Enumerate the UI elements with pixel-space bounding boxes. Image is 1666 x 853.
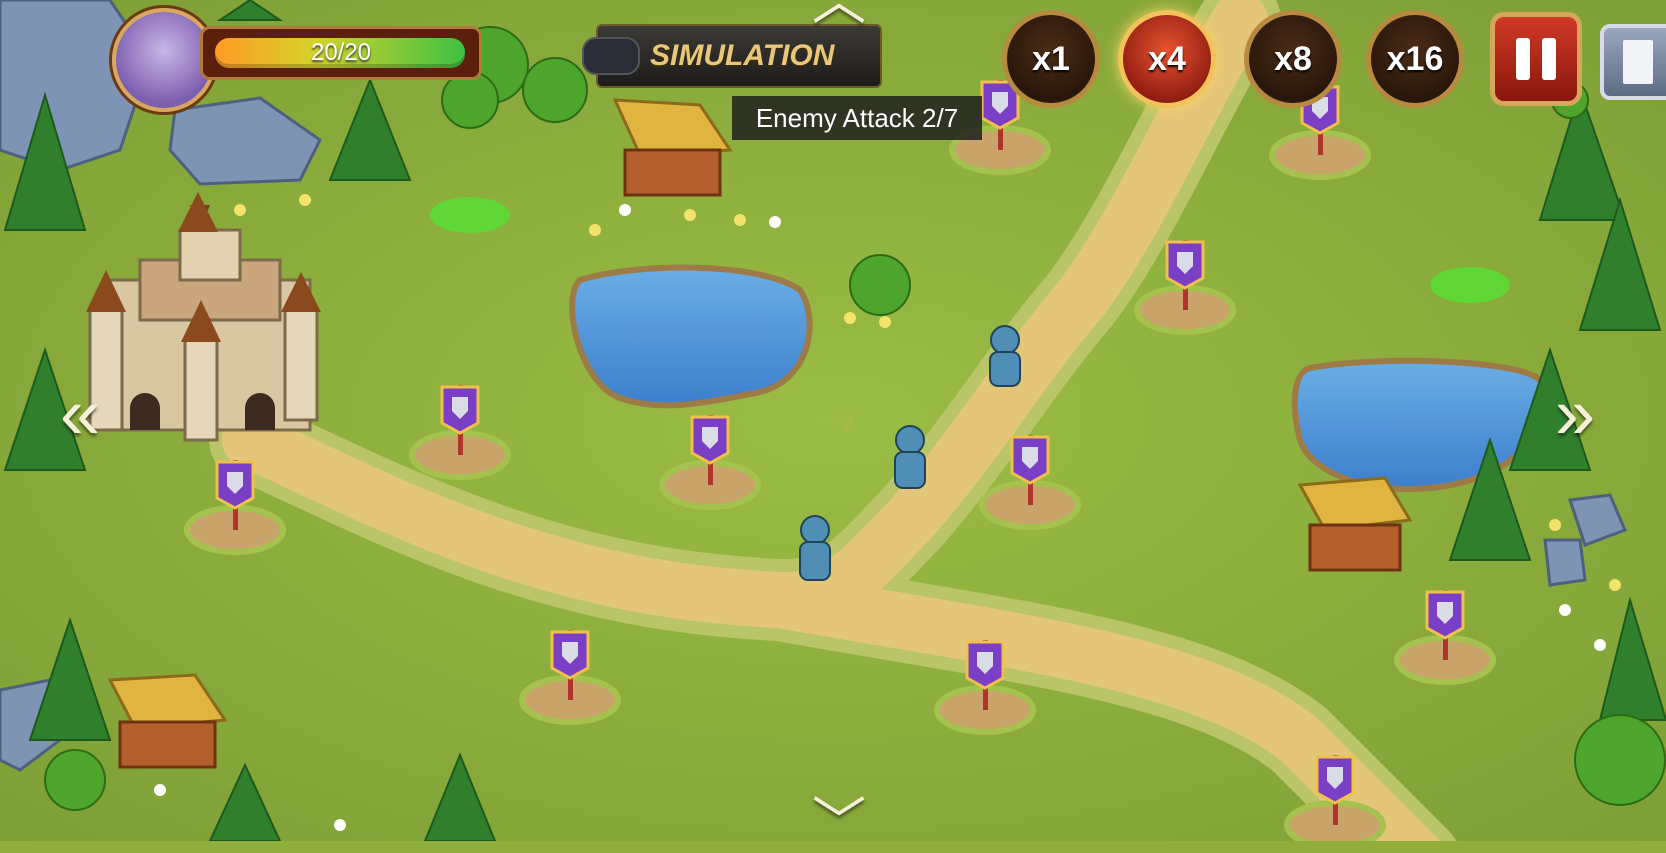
path-marker: 2 [842,410,854,435]
lake-left [569,264,813,409]
orc-enemy [989,325,1021,387]
hut [1297,476,1413,572]
scroll-left-arrow[interactable]: « [60,378,100,450]
orc-enemy [894,425,926,489]
simulation-icon [582,37,640,75]
scroll-right-arrow[interactable]: » [1555,378,1595,450]
speed-x8-button[interactable]: x8 [1244,10,1342,108]
scroll-down-arrow[interactable]: ﹀ [812,796,866,850]
speed-x4-button[interactable]: x4 [1118,10,1216,108]
simulation-title: SIMULATION [650,39,835,72]
pause-icon [1516,38,1530,80]
exit-door-icon [1623,40,1653,84]
speed-x16-button[interactable]: x16 [1366,10,1464,108]
speed-x1-button[interactable]: x1 [1002,10,1100,108]
simulation-banner: SIMULATION [582,24,882,88]
castle-health-bar: 20/20 [200,26,482,80]
health-text: 20/20 [310,39,372,66]
exit-button[interactable] [1600,24,1666,100]
pause-button[interactable] [1490,12,1582,106]
wave-counter: Enemy Attack 2/7 [732,96,982,140]
orc-enemy [799,515,831,581]
scroll-up-arrow[interactable]: ︿ [812,0,866,28]
